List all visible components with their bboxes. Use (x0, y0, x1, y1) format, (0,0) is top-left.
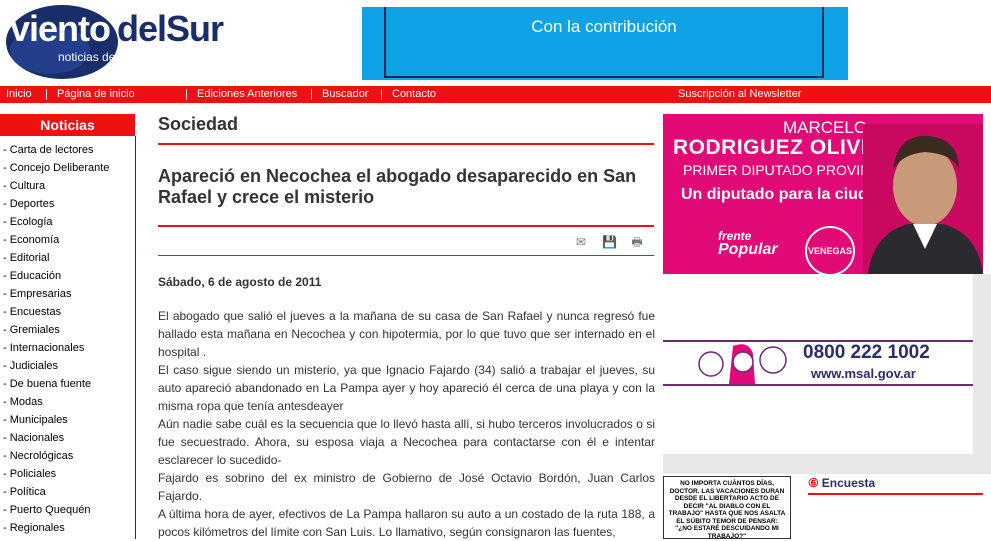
ad-gray-strip (973, 274, 991, 454)
sidebar-item-regionales[interactable]: - Regionales (3, 522, 65, 534)
nav-separator: | (380, 88, 383, 100)
health-ad-banner[interactable]: 0800 222 1002 www.msal.gov.ar (663, 336, 973, 388)
sidebar-item-economia[interactable]: - Economía (3, 234, 59, 246)
sidebar-list: - Carta de lectores - Concejo Deliberant… (0, 136, 136, 539)
logo-text-part2: delSur (117, 8, 224, 49)
sidebar-item-necrologicas[interactable]: - Necrológicas (3, 450, 73, 462)
main-nav: Inicio | Página de inicio | Ediciones An… (0, 86, 991, 103)
headline-divider (158, 225, 654, 227)
health-ad-site: www.msal.gov.ar (811, 366, 916, 381)
ad-party-line2: Popular (718, 241, 778, 258)
sidebar-item-municipales[interactable]: - Municipales (3, 414, 68, 426)
comic-strip[interactable]: NO IMPORTA CUÁNTOS DÍAS, DOCTOR. LAS VAC… (663, 476, 791, 540)
sidebar-item-deportes[interactable]: - Deportes (3, 198, 54, 210)
ad-candidate-slogan: Un diputado para la ciudad. (681, 186, 891, 203)
family-illustration-icon (698, 344, 787, 384)
section-divider (158, 143, 654, 145)
sidebar-item-politica[interactable]: - Política (3, 486, 46, 498)
nav-link-contacto[interactable]: Contacto (392, 86, 436, 103)
article-headline: Apareció en Necochea el abogado desapare… (158, 166, 637, 207)
article-paragraph: Aún nadie sabe cuál es la secuencia que … (158, 417, 655, 467)
sidebar-item-editorial[interactable]: - Editorial (3, 252, 49, 264)
nav-separator: | (185, 88, 188, 100)
ad-gray-bar (663, 454, 991, 474)
site-logo[interactable]: viento delSur noticias de Necochea y Que… (0, 0, 240, 85)
top-banner-ad[interactable]: Con la contribución (362, 7, 848, 80)
nav-link-pagina-inicio[interactable]: Página de inicio (57, 86, 135, 103)
health-ad-line-bottom (663, 384, 973, 386)
print-icon[interactable]: 🖶 (630, 236, 644, 248)
sidebar-item-judiciales[interactable]: - Judiciales (3, 360, 58, 372)
nav-link-newsletter[interactable]: Suscripción al Newsletter (678, 86, 802, 103)
article-paragraph: El abogado que salió el jueves a la maña… (158, 309, 655, 359)
logo-tagline: noticias de Necochea y Quequén (58, 50, 235, 64)
sidebar-item-nacionales[interactable]: - Nacionales (3, 432, 64, 444)
sidebar-item-internacionales[interactable]: - Internacionales (3, 342, 84, 354)
candidate-photo-icon (863, 124, 983, 274)
sidebar-item-encuestas[interactable]: - Encuestas (3, 306, 61, 318)
article-body: El abogado que salió el jueves a la maña… (158, 307, 655, 541)
article-date: Sábado, 6 de agosto de 2011 (158, 275, 322, 289)
survey-heading[interactable]: ⑥ Encuesta (808, 476, 875, 490)
article-paragraph: Fajardo es sobrino del ex ministro de Go… (158, 471, 655, 503)
nav-link-inicio[interactable]: Inicio (6, 86, 32, 103)
sidebar-title: Noticias (0, 114, 135, 136)
sidebar-item-gremiales[interactable]: - Gremiales (3, 324, 60, 336)
ad-badge: VENEGAS (805, 226, 855, 274)
sidebar-item-concejo[interactable]: - Concejo Deliberante (3, 162, 109, 174)
sidebar-item-modas[interactable]: - Modas (3, 396, 43, 408)
ad-party-logo: frente Popular (718, 230, 778, 258)
sidebar-item-ecologia[interactable]: - Ecología (3, 216, 53, 228)
email-icon[interactable]: ✉ (574, 236, 588, 248)
section-title: Sociedad (158, 114, 239, 134)
sidebar-item-educacion[interactable]: - Educación (3, 270, 61, 282)
sidebar-item-puerto-quequen[interactable]: - Puerto Quequén (3, 504, 90, 516)
survey-number-icon: ⑥ (808, 476, 819, 490)
nav-separator: | (310, 88, 313, 100)
sidebar-item-carta-lectores[interactable]: - Carta de lectores (3, 144, 93, 156)
article-paragraph: A última hora de ayer, efectivos de La P… (158, 507, 655, 539)
nav-link-ediciones[interactable]: Ediciones Anteriores (197, 86, 297, 103)
survey-divider (808, 493, 983, 495)
nav-separator: | (45, 88, 48, 100)
survey-title: Encuesta (821, 476, 876, 490)
comic-caption: NO IMPORTA CUÁNTOS DÍAS, DOCTOR. LAS VAC… (668, 480, 786, 540)
logo-text-part1: viento (10, 8, 111, 49)
top-banner-text: Con la contribución (531, 17, 677, 36)
sidebar-item-policiales[interactable]: - Policiales (3, 468, 56, 480)
candidate-ad-banner[interactable]: MARCELO RODRIGUEZ OLIVERA PRIMER DIPUTAD… (663, 114, 983, 274)
top-banner-frame: Con la contribución (384, 7, 824, 78)
sidebar-item-empresarias[interactable]: - Empresarias (3, 288, 71, 300)
sidebar-item-cultura[interactable]: - Cultura (3, 180, 45, 192)
save-icon[interactable]: 💾 (602, 236, 617, 248)
article-paragraph: El caso sigue siendo un misterio, ya que… (158, 363, 655, 413)
ad-candidate-firstname: MARCELO (783, 118, 868, 137)
health-ad-phone: 0800 222 1002 (803, 342, 930, 363)
nav-link-buscador[interactable]: Buscador (322, 86, 368, 103)
sidebar-item-buena-fuente[interactable]: - De buena fuente (3, 378, 91, 390)
tools-divider (158, 255, 654, 256)
